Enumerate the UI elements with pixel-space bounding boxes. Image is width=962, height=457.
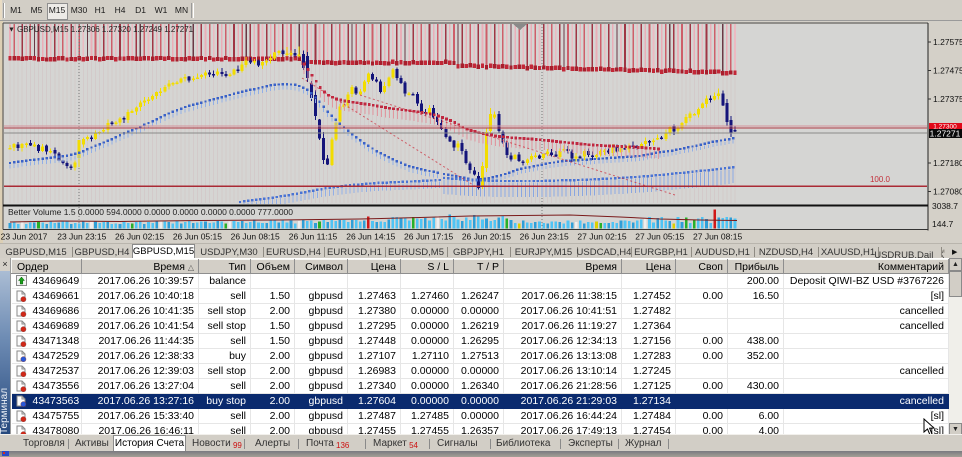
svg-text:27 Jun 08:15: 27 Jun 08:15 [693, 232, 742, 242]
svg-text:3038.7: 3038.7 [932, 201, 958, 211]
svg-text:1.27271: 1.27271 [930, 129, 961, 139]
svg-text:26 Jun 23:15: 26 Jun 23:15 [520, 232, 569, 242]
svg-text:▼: ▼ [8, 27, 15, 34]
svg-text:1.27080: 1.27080 [933, 187, 962, 197]
svg-text:Better Volume 1.5 0.0000 594.0: Better Volume 1.5 0.0000 594.0000 0.0000… [8, 207, 293, 217]
svg-text:26 Jun 08:15: 26 Jun 08:15 [231, 232, 280, 242]
svg-text:23 Jun 2017: 23 Jun 2017 [1, 232, 48, 242]
svg-text:144.7: 144.7 [932, 219, 954, 229]
svg-text:1.27180: 1.27180 [933, 158, 962, 168]
svg-text:26 Jun 17:15: 26 Jun 17:15 [404, 232, 453, 242]
svg-text:26 Jun 02:15: 26 Jun 02:15 [115, 232, 164, 242]
svg-text:23 Jun 23:15: 23 Jun 23:15 [57, 232, 106, 242]
svg-text:1.27375: 1.27375 [933, 94, 962, 104]
svg-text:1.27475: 1.27475 [933, 66, 962, 76]
svg-text:100.0: 100.0 [870, 175, 891, 184]
svg-text:27 Jun 02:15: 27 Jun 02:15 [577, 232, 626, 242]
svg-text:GBPUSD,M15 1.27306 1.27320 1.: GBPUSD,M15 1.27306 1.27320 1.27249 1.272… [17, 25, 194, 34]
svg-text:27 Jun 05:15: 27 Jun 05:15 [635, 232, 684, 242]
svg-text:26 Jun 14:15: 26 Jun 14:15 [346, 232, 395, 242]
svg-text:1.27575: 1.27575 [933, 37, 962, 47]
svg-text:26 Jun 20:15: 26 Jun 20:15 [462, 232, 511, 242]
svg-text:26 Jun 11:15: 26 Jun 11:15 [289, 232, 338, 242]
svg-text:26 Jun 05:15: 26 Jun 05:15 [173, 232, 222, 242]
